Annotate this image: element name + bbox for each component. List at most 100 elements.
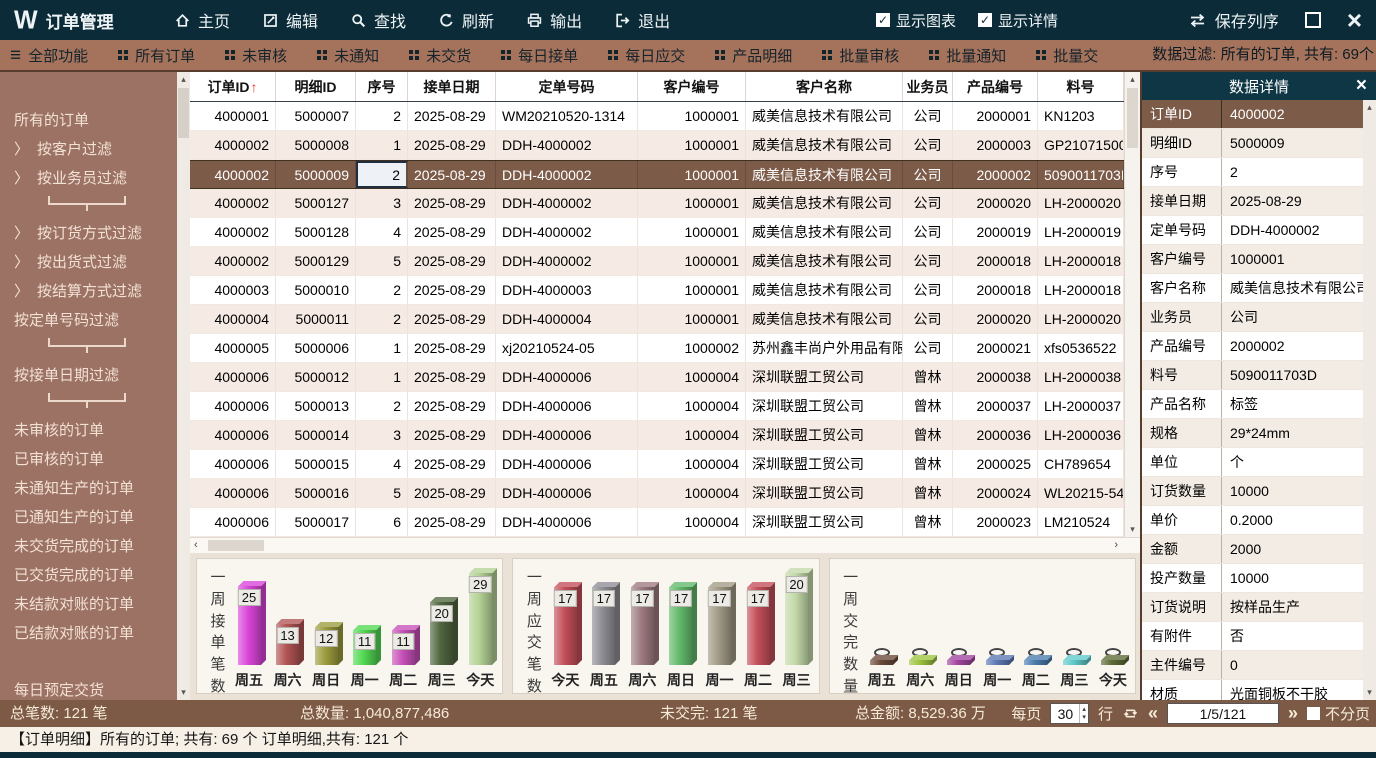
table-cell[interactable]: 4000006 <box>190 479 276 507</box>
detail-row[interactable]: 业务员公司 <box>1142 303 1363 332</box>
table-cell[interactable]: 公司 <box>903 189 953 217</box>
table-cell[interactable]: 曾林 <box>903 421 953 449</box>
table-cell[interactable]: LH-2000019 <box>1038 218 1124 246</box>
spin-down-icon[interactable] <box>1082 714 1086 722</box>
table-cell[interactable]: 2 <box>356 276 408 304</box>
maximize-button[interactable] <box>1305 12 1321 28</box>
column-header[interactable]: 产品编号 <box>953 72 1038 101</box>
table-cell[interactable]: xfs0536522 <box>1038 334 1124 362</box>
table-cell[interactable]: 5000017 <box>276 508 356 536</box>
table-cell[interactable]: LM210524 <box>1038 508 1124 536</box>
table-cell[interactable]: 5000129 <box>276 247 356 275</box>
table-cell[interactable]: 公司 <box>903 102 953 130</box>
sidebar-item[interactable]: 未通知生产的订单 <box>0 474 190 503</box>
column-header[interactable]: 明细ID <box>276 72 356 101</box>
table-row[interactable]: 4000002500012732025-08-29DDH-40000021000… <box>190 189 1124 218</box>
table-cell[interactable]: 1000004 <box>638 421 746 449</box>
detail-row[interactable]: 单位个 <box>1142 448 1363 477</box>
table-cell[interactable]: 3 <box>356 189 408 217</box>
table-cell[interactable]: DDH-4000002 <box>496 218 638 246</box>
table-cell[interactable]: 4000002 <box>190 247 276 275</box>
table-cell[interactable]: 2000036 <box>953 421 1038 449</box>
table-cell[interactable]: 2000025 <box>953 450 1038 478</box>
table-cell[interactable]: 2000024 <box>953 479 1038 507</box>
table-cell[interactable]: DDH-4000006 <box>496 421 638 449</box>
table-cell[interactable]: 5 <box>356 479 408 507</box>
table-cell[interactable]: 5000015 <box>276 450 356 478</box>
table-cell[interactable]: 1000001 <box>638 305 746 333</box>
table-cell[interactable]: 2025-08-29 <box>408 363 496 391</box>
table-cell[interactable]: 4000006 <box>190 392 276 420</box>
table-cell[interactable]: 公司 <box>903 131 953 159</box>
table-cell[interactable]: WL20215-54 <box>1038 479 1124 507</box>
table-cell[interactable]: 1000001 <box>638 102 746 130</box>
table-cell[interactable]: 5000014 <box>276 421 356 449</box>
detail-row[interactable]: 客户编号1000001 <box>1142 245 1363 274</box>
table-cell[interactable]: 曾林 <box>903 392 953 420</box>
table-cell[interactable]: 1000001 <box>638 276 746 304</box>
toolbar-item[interactable]: 批量交 <box>1036 45 1098 66</box>
toolbar-item[interactable]: 批量审核 <box>822 45 899 66</box>
table-row[interactable]: 4000002500000812025-08-29DDH-40000021000… <box>190 131 1124 160</box>
table-cell[interactable]: 苏州鑫丰尚户外用品有限公司 <box>746 334 903 362</box>
table-cell[interactable]: 2000019 <box>953 218 1038 246</box>
sidebar-item[interactable]: 每日预定交货 <box>0 676 190 700</box>
spin-up-icon[interactable] <box>1082 706 1086 714</box>
table-cell[interactable]: 2 <box>356 392 408 420</box>
scrollbar-thumb[interactable] <box>178 88 189 138</box>
detail-row[interactable]: 客户名称威美信息技术有限公司 <box>1142 274 1363 303</box>
table-cell[interactable]: 4000003 <box>190 276 276 304</box>
close-button[interactable] <box>1347 7 1362 34</box>
table-cell[interactable]: 2025-08-29 <box>408 102 496 130</box>
detail-row[interactable]: 主件编号0 <box>1142 651 1363 680</box>
table-cell[interactable]: 2025-08-29 <box>408 421 496 449</box>
table-cell[interactable]: 2 <box>356 305 408 333</box>
detail-row[interactable]: 有附件否 <box>1142 622 1363 651</box>
table-cell[interactable]: 4000002 <box>190 218 276 246</box>
detail-row[interactable]: 金额2000 <box>1142 535 1363 564</box>
table-cell[interactable]: 4000002 <box>190 161 276 188</box>
table-cell[interactable]: 1000001 <box>638 218 746 246</box>
detail-row[interactable]: 材质光面铜板不干胶 <box>1142 680 1363 700</box>
table-cell[interactable]: 2000001 <box>953 102 1038 130</box>
toolbar-item[interactable]: 未通知 <box>317 45 379 66</box>
table-cell[interactable]: 1000001 <box>638 189 746 217</box>
table-cell[interactable]: 公司 <box>903 276 953 304</box>
table-cell[interactable]: LH-2000038 <box>1038 363 1124 391</box>
menu-item-exit[interactable]: 退出 <box>614 8 670 32</box>
table-cell[interactable]: 1000004 <box>638 363 746 391</box>
table-cell[interactable]: 4000006 <box>190 363 276 391</box>
table-cell[interactable]: 1000004 <box>638 392 746 420</box>
table-cell[interactable]: GP210715008 <box>1038 131 1124 159</box>
table-cell[interactable]: 公司 <box>903 218 953 246</box>
toolbar-item[interactable]: 每日接单 <box>501 45 578 66</box>
sidebar-item[interactable]: 已通知生产的订单 <box>0 503 190 532</box>
table-cell[interactable]: 5090011703D <box>1038 161 1124 188</box>
detail-row[interactable]: 产品编号2000002 <box>1142 332 1363 361</box>
table-cell[interactable]: 2025-08-29 <box>408 131 496 159</box>
focused-cell[interactable]: 2 <box>356 161 408 188</box>
table-cell[interactable]: 公司 <box>903 305 953 333</box>
table-cell[interactable]: 5000013 <box>276 392 356 420</box>
detail-row[interactable]: 料号5090011703D <box>1142 361 1363 390</box>
table-cell[interactable]: 1 <box>356 334 408 362</box>
next-page-button[interactable] <box>1288 703 1298 724</box>
sidebar-scrollbar[interactable] <box>177 72 190 700</box>
scroll-up-icon[interactable] <box>177 74 190 85</box>
scrollbar-thumb[interactable] <box>208 540 264 551</box>
table-cell[interactable]: 2025-08-29 <box>408 508 496 536</box>
previous-page-button[interactable] <box>1148 703 1158 724</box>
detail-row[interactable]: 订货数量10000 <box>1142 477 1363 506</box>
table-cell[interactable]: 2025-08-29 <box>408 218 496 246</box>
table-cell[interactable]: 2000018 <box>953 247 1038 275</box>
column-header[interactable]: 序号 <box>356 72 408 101</box>
table-cell[interactable]: 威美信息技术有限公司 <box>746 131 903 159</box>
menu-item-print[interactable]: 输出 <box>526 8 582 32</box>
table-cell[interactable]: 2025-08-29 <box>408 189 496 217</box>
table-cell[interactable]: DDH-4000002 <box>496 189 638 217</box>
detail-row[interactable]: 投产数量10000 <box>1142 564 1363 593</box>
table-cell[interactable]: 深圳联盟工贸公司 <box>746 450 903 478</box>
detail-row[interactable]: 订货说明按样品生产 <box>1142 593 1363 622</box>
table-cell[interactable]: 威美信息技术有限公司 <box>746 218 903 246</box>
sidebar-item[interactable]: 按结算方式过滤 <box>0 277 190 306</box>
